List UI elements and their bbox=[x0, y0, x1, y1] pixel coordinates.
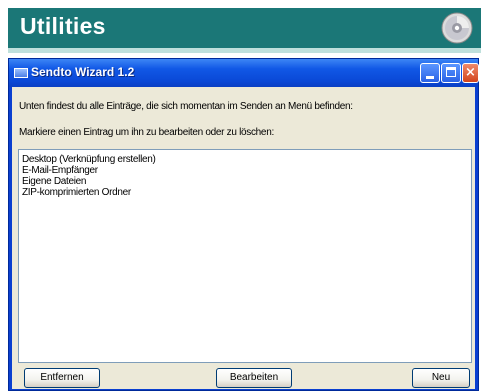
list-item[interactable]: Desktop (Verknüpfung erstellen) bbox=[19, 154, 156, 165]
window-titlebar[interactable]: Sendto Wizard 1.2 × bbox=[9, 59, 479, 87]
close-button[interactable]: × bbox=[462, 63, 479, 83]
cd-icon bbox=[441, 12, 473, 44]
list-item[interactable]: Eigene Dateien bbox=[19, 176, 156, 187]
close-icon: × bbox=[465, 65, 476, 80]
info-text-instructions: Markiere einen Eintrag um ihn zu bearbei… bbox=[19, 127, 274, 138]
maximize-button[interactable] bbox=[441, 63, 461, 83]
edit-button[interactable]: Bearbeiten bbox=[216, 368, 292, 388]
sendto-wizard-window: Sendto Wizard 1.2 × Unten findest du all… bbox=[8, 58, 479, 391]
section-banner: Utilities bbox=[8, 8, 481, 48]
list-item[interactable]: ZIP-komprimierten Ordner bbox=[19, 187, 156, 198]
banner-title: Utilities bbox=[20, 13, 106, 39]
remove-button[interactable]: Entfernen bbox=[24, 368, 100, 388]
list-item[interactable]: E-Mail-Empfänger bbox=[19, 165, 156, 176]
window-app-icon bbox=[14, 68, 28, 78]
sendto-entries-listbox[interactable]: Desktop (Verknüpfung erstellen) E-Mail-E… bbox=[18, 149, 472, 363]
maximize-icon bbox=[446, 67, 456, 77]
new-button[interactable]: Neu bbox=[412, 368, 470, 388]
window-title: Sendto Wizard 1.2 bbox=[31, 65, 135, 79]
minimize-icon bbox=[426, 76, 434, 79]
window-client-area: Unten findest du alle Einträge, die sich… bbox=[12, 87, 475, 389]
banner-rule bbox=[8, 48, 481, 53]
minimize-button[interactable] bbox=[420, 63, 440, 83]
info-text-entries: Unten findest du alle Einträge, die sich… bbox=[19, 101, 353, 112]
